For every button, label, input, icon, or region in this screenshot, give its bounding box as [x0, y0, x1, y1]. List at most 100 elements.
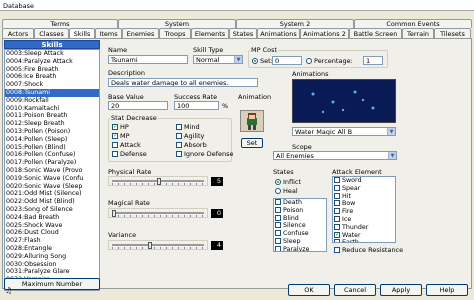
stat-defense-checkbox[interactable]: Defense — [112, 150, 147, 158]
skill-list-item[interactable]: 0007:Shock — [5, 81, 99, 89]
skill-list-item[interactable]: 0027:Flash — [5, 237, 99, 245]
tab-classes[interactable]: Classes — [34, 28, 69, 38]
stat-agility-checkbox[interactable]: Agility — [176, 132, 204, 140]
skill-list-item[interactable]: 0026:Dust Cloud — [5, 229, 99, 237]
states-inflict-radio[interactable]: Inflict — [275, 178, 301, 186]
name-field[interactable]: Tsunami — [108, 55, 188, 64]
element-list-item[interactable]: Thunder — [333, 223, 395, 232]
stat-mp-checkbox[interactable]: MP — [112, 132, 130, 140]
state-list-item[interactable]: Sleep — [274, 237, 326, 246]
apply-button[interactable]: Apply — [380, 284, 422, 296]
skill-list-item[interactable]: 0025:Shock Wave — [5, 222, 99, 230]
skill-list-item[interactable]: 0013:Pollen (Poison) — [5, 128, 99, 136]
skill-list-item[interactable]: 0023:Song of Silence — [5, 206, 99, 214]
state-list-item[interactable]: Poison — [274, 206, 326, 215]
reduce-resistance-checkbox[interactable]: Reduce Resistance — [334, 246, 403, 254]
states-heal-radio[interactable]: Heal — [275, 187, 298, 195]
element-list-item[interactable]: Fire — [333, 208, 395, 216]
mp-percentage-radio[interactable]: Percentage: — [306, 57, 353, 65]
tab-skills[interactable]: Skills — [69, 28, 95, 38]
tab-animations[interactable]: Animations — [257, 28, 300, 38]
skill-list-item[interactable]: 0024:Bad Breath — [5, 214, 99, 222]
music-note-icon[interactable]: ♫ — [5, 286, 12, 295]
skill-list-item[interactable]: 0029:Alluring Song — [5, 253, 99, 261]
skill-list-item[interactable]: 0028:Entangle — [5, 245, 99, 253]
state-list-item[interactable]: Death — [274, 199, 326, 207]
tab-animations-2[interactable]: Animations 2 — [300, 28, 349, 38]
mp-percentage-field[interactable]: 1 — [363, 56, 383, 65]
tab-battle-screen[interactable]: Battle Screen — [349, 28, 402, 38]
skill-list-item[interactable]: 0014:Pollen (Sleep) — [5, 136, 99, 144]
skill-list-item[interactable]: 0022:Odd Mist (Blind) — [5, 198, 99, 206]
stat-mind-checkbox[interactable]: Mind — [176, 123, 200, 131]
tab-actors[interactable]: Actors — [2, 28, 34, 38]
skill-list-item[interactable]: 0015:Pollen (Blind) — [5, 144, 99, 152]
attack-element-list[interactable]: SwordSpearHitBowFireIceThunderWaterEarth — [332, 176, 396, 243]
tab-common-events[interactable]: Common Events — [354, 19, 472, 28]
magical-rate-slider[interactable] — [108, 208, 208, 218]
tab-states[interactable]: States — [229, 28, 257, 38]
tab-system-2[interactable]: System 2 — [236, 19, 354, 28]
stat-absorb-checkbox[interactable]: Absorb — [176, 141, 207, 149]
skill-list-item[interactable]: 0003:Sleep Attack — [5, 50, 99, 58]
maximum-number-button[interactable]: Maximum Number — [4, 278, 100, 290]
skill-list-item[interactable]: 0031:Paralyze Glare — [5, 268, 99, 276]
skill-list-item[interactable]: 0030:Obsession — [5, 261, 99, 269]
state-list-item[interactable]: Confuse — [274, 230, 326, 238]
skill-type-select[interactable]: Normal ▼ — [193, 55, 243, 64]
animation-icon[interactable] — [240, 110, 264, 132]
skill-list-item[interactable]: 0018:Sonic Wave (Provo — [5, 167, 99, 175]
tab-tilesets[interactable]: Tilesets — [434, 28, 471, 38]
skill-list-item[interactable]: 0017:Pollen (Paralyze) — [5, 159, 99, 167]
element-list-item[interactable]: Bow — [333, 200, 395, 208]
element-list-item[interactable]: Water — [333, 231, 395, 240]
state-list-item[interactable]: Paralyze — [274, 245, 326, 251]
help-button[interactable]: Help — [426, 284, 468, 296]
variance-slider[interactable] — [108, 240, 208, 250]
skill-list-item[interactable]: 0012:Sleep Breath — [5, 120, 99, 128]
skill-list-item[interactable]: 0020:Sonic Wave (Sleep — [5, 183, 99, 191]
success-rate-field[interactable]: 100 — [174, 101, 219, 110]
tab-items[interactable]: Items — [95, 28, 122, 38]
description-field[interactable]: Deals water damage to all enemies. — [108, 78, 258, 87]
animations-select[interactable]: Water Magic All B ▼ — [292, 127, 396, 136]
stat-hp-checkbox[interactable]: HP — [112, 123, 129, 131]
scope-select[interactable]: All Enemies ▼ — [273, 151, 397, 160]
magical-rate-thumb[interactable] — [112, 210, 116, 217]
skill-list-item[interactable]: 0021:Odd Mist (Silence) — [5, 190, 99, 198]
skills-list[interactable]: 0003:Sleep Attack 0004:Paralyze Attack 000… — [4, 49, 100, 291]
tab-terms[interactable]: Terms — [2, 19, 118, 28]
state-list-item[interactable]: Silence — [274, 222, 326, 230]
stat-attack-checkbox[interactable]: Attack — [112, 141, 141, 149]
states-list[interactable]: Death Poison Blind Silence Confuse Sleep Paral… — [273, 198, 327, 252]
skill-list-item[interactable]: 0008:Tsunami — [5, 88, 99, 97]
physical-rate-thumb[interactable] — [157, 178, 161, 185]
element-list-item[interactable]: Spear — [333, 184, 395, 193]
tab-terrain[interactable]: Terrain — [402, 28, 434, 38]
skill-list-item[interactable]: 0019:Sonic Wave (Confu — [5, 175, 99, 183]
skill-list-item[interactable]: 0009:Rockfall — [5, 97, 99, 105]
skill-list-item[interactable]: 0006:Ice Breath — [5, 73, 99, 81]
tab-system[interactable]: System — [118, 19, 236, 28]
skill-list-item[interactable]: 0005:Fire Breath — [5, 66, 99, 74]
variance-thumb[interactable] — [148, 242, 152, 249]
tab-enemies[interactable]: Enemies — [122, 28, 159, 38]
element-list-item[interactable]: Ice — [333, 215, 395, 224]
ok-button[interactable]: OK — [288, 284, 330, 296]
element-list-item[interactable]: Hit — [333, 192, 395, 201]
physical-rate-slider[interactable] — [108, 176, 208, 186]
mp-set-radio[interactable]: Set: — [252, 57, 273, 65]
tab-elements[interactable]: Elements — [191, 28, 229, 38]
element-list-item[interactable]: Earth — [333, 239, 395, 242]
animation-set-button[interactable]: Set — [241, 138, 263, 148]
skill-list-item[interactable]: 0010:Kamaitachi — [5, 105, 99, 113]
skill-list-item[interactable]: 0011:Poison Breath — [5, 112, 99, 120]
skill-list-item[interactable]: 0016:Pollen (Confuse) — [5, 151, 99, 159]
tab-troops[interactable]: Troops — [159, 28, 191, 38]
stat-ignore-defense-checkbox[interactable]: Ignore Defense — [176, 150, 234, 158]
mp-set-field[interactable]: 0 — [272, 56, 302, 65]
state-list-item[interactable]: Blind — [274, 214, 326, 223]
cancel-button[interactable]: Cancel — [334, 284, 376, 296]
base-value-field[interactable]: 20 — [108, 101, 168, 110]
element-list-item[interactable]: Sword — [333, 177, 395, 185]
